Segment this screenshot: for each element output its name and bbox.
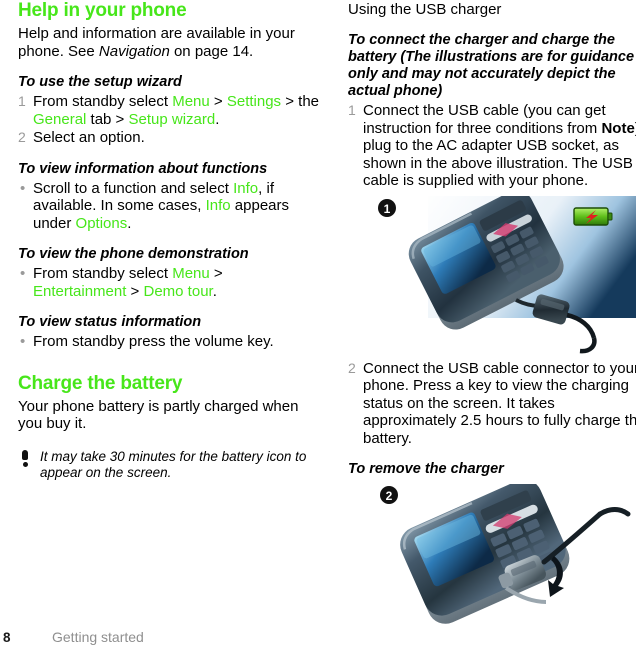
menu-path-settings: Settings xyxy=(226,93,282,110)
menu-path-options: Options xyxy=(75,214,128,232)
procedure-heading-view-info: To view information about functions xyxy=(18,160,268,177)
path-separator-1: > xyxy=(209,93,227,110)
svg-text:1: 1 xyxy=(384,202,391,216)
list-item: • From standby press the volume key. xyxy=(18,333,320,351)
manual-page: Help in your phone Help and information … xyxy=(0,0,636,653)
menu-path-entertainment: Entertainment xyxy=(33,282,127,300)
step-text: Select an option. xyxy=(33,129,145,146)
step-item: 1 Connect the USB cable (you can get inst… xyxy=(348,102,636,190)
note-text: It may take 30 minutes for the battery i… xyxy=(40,448,307,480)
bullet-text: From standby press the volume key. xyxy=(33,333,274,350)
bullet-marker: • xyxy=(20,333,26,350)
step-marker: 1 xyxy=(18,93,26,109)
section-title-charge-battery: Charge the battery xyxy=(18,372,183,394)
step-text-1: From standby select xyxy=(33,93,173,110)
note-reference: Note xyxy=(601,119,635,137)
page-number: 8 xyxy=(3,630,11,645)
menu-path-menu: Menu xyxy=(172,93,210,110)
exclamation-icon xyxy=(20,449,30,467)
procedure-heading-connect-charger: To connect the charger and charge the ba… xyxy=(348,32,635,99)
menu-path-demo-tour: Demo tour xyxy=(143,282,213,300)
left-column: Help in your phone Help and information … xyxy=(18,0,320,481)
intro-paragraph: Help and information are available in yo… xyxy=(18,25,320,60)
step-marker: 1 xyxy=(348,102,356,118)
right-column: Using the USB charger To connect the cha… xyxy=(348,0,636,643)
charge-intro-paragraph: Your phone battery is partly charged whe… xyxy=(18,397,299,433)
step-marker: 2 xyxy=(18,129,26,145)
bullet-text-1: Scroll to a function and select xyxy=(33,179,234,197)
procedure-heading-status: To view status information xyxy=(18,314,202,330)
svg-text:2: 2 xyxy=(386,489,393,503)
intro-text-2: on page 14. xyxy=(169,42,254,60)
footer-chapter-label: Getting started xyxy=(52,629,144,645)
path-separator-1: > xyxy=(209,265,223,282)
step-text: Connect the USB cable connector to your … xyxy=(363,359,636,447)
step-text-3: tab > xyxy=(86,110,129,128)
bullet-marker: • xyxy=(20,179,26,197)
bullets-view-info: • Scroll to a function and select Info, i… xyxy=(18,180,320,233)
procedure-heading-setup-wizard: To use the setup wizard xyxy=(18,74,182,90)
step-item: 1 From standby select Menu > Settings > t… xyxy=(18,93,320,128)
steps-connect-phone: 2 Connect the USB cable connector to your… xyxy=(348,360,636,448)
illustration-badge-2: 2 xyxy=(380,486,398,504)
battery-charging-icon xyxy=(573,206,613,226)
menu-path-menu: Menu xyxy=(172,265,210,282)
menu-path-info-1: Info xyxy=(233,179,259,197)
list-item: • Scroll to a function and select Info, i… xyxy=(18,180,320,233)
page-footer: 8 Getting started xyxy=(0,625,330,645)
step-text-1: Connect the USB cable (you can get instr… xyxy=(363,102,606,137)
note-callout: It may take 30 minutes for the battery i… xyxy=(18,449,320,481)
bullet-text-1: From standby select xyxy=(33,265,173,282)
step-marker: 2 xyxy=(348,359,356,376)
subsection-heading-usb-charger: Using the USB charger xyxy=(348,1,502,18)
illustration-charger-connected: 1 xyxy=(348,195,636,356)
bullet-text-4: . xyxy=(127,214,132,232)
illustration-badge-1: 1 xyxy=(378,198,396,217)
list-item: • From standby select Menu > Entertainmen… xyxy=(18,265,320,300)
path-separator-2: > xyxy=(126,282,144,300)
steps-connect-charger: 1 Connect the USB cable (you can get inst… xyxy=(348,102,636,190)
bullets-demo: • From standby select Menu > Entertainmen… xyxy=(18,265,320,300)
menu-path-general: General xyxy=(33,110,87,128)
page-title: Help in your phone xyxy=(18,0,187,21)
menu-path-setup-wizard: Setup wizard xyxy=(128,110,216,128)
step-item: 2 Select an option. xyxy=(18,129,320,147)
menu-path-info-2: Info xyxy=(205,197,231,214)
steps-setup-wizard: 1 From standby select Menu > Settings > t… xyxy=(18,93,320,147)
bullet-text-end: . xyxy=(212,282,217,300)
bullet-marker: • xyxy=(20,265,26,282)
step-text-2: > the xyxy=(281,93,320,110)
procedure-heading-demo: To view the phone demonstration xyxy=(18,246,249,262)
step-text-4: . xyxy=(215,110,220,128)
step-item: 2 Connect the USB cable connector to your… xyxy=(348,360,636,448)
illustration-charger-removal: 2 xyxy=(348,484,636,639)
navigation-reference: Navigation xyxy=(98,42,170,60)
procedure-heading-remove-charger: To remove the charger xyxy=(348,461,504,477)
bullets-status: • From standby press the volume key. xyxy=(18,333,320,351)
